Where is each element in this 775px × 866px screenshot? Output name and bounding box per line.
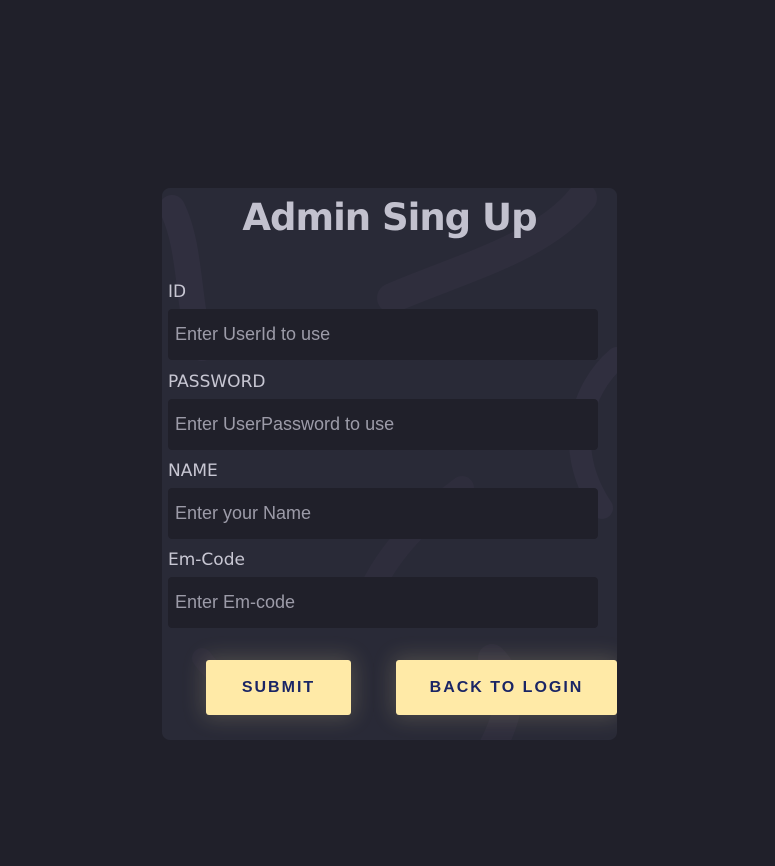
submit-button[interactable]: SUBMIT [206,660,351,715]
signup-card: Admin Sing Up ID PASSWORD NAME Em-Code S… [162,188,617,740]
background-swirl-decoration [162,188,617,740]
password-input[interactable] [168,399,598,450]
back-to-login-button[interactable]: BACK TO LOGIN [396,660,617,715]
password-label: PASSWORD [168,372,266,392]
id-label: ID [168,282,187,302]
page-title: Admin Sing Up [242,196,537,239]
name-label: NAME [168,461,218,481]
name-input[interactable] [168,488,598,539]
id-input[interactable] [168,309,598,360]
em-code-label: Em-Code [168,550,245,570]
em-code-input[interactable] [168,577,598,628]
